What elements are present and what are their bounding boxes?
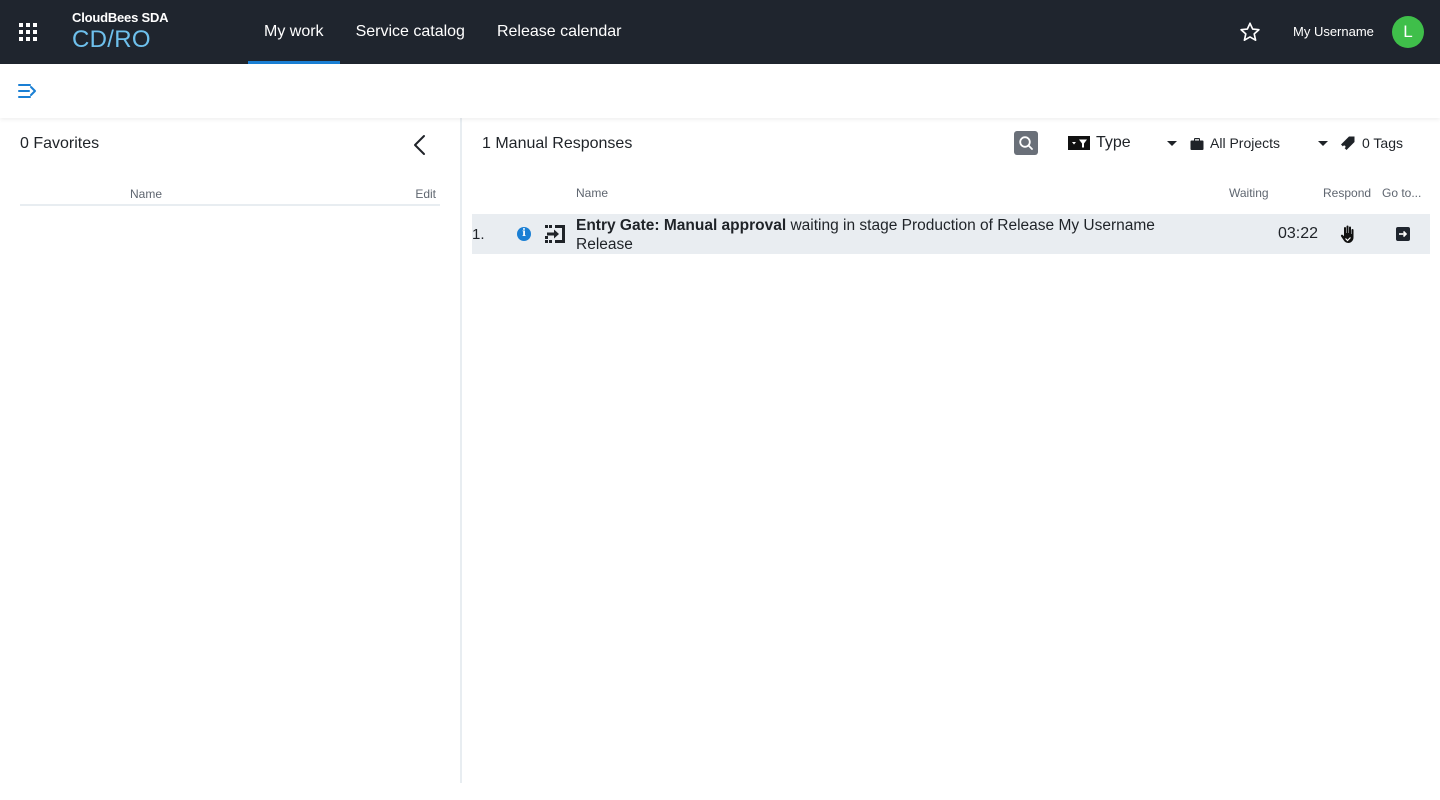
tag-icon [1341,136,1355,150]
hand-respond-icon[interactable] [1338,224,1358,244]
favorites-table-header: Name Edit [20,184,440,206]
brand-company: CloudBees SDA [72,10,169,25]
tags-filter-label: 0 Tags [1362,135,1403,151]
brand-product: CD/RO [72,26,151,53]
tags-filter[interactable]: 0 Tags [1340,132,1403,154]
projects-filter-label: All Projects [1210,135,1281,151]
row-index: 1. [472,226,485,243]
star-icon[interactable] [1239,21,1261,43]
expand-sidebar-icon[interactable] [17,83,37,99]
briefcase-icon [1190,137,1204,150]
type-dropdown-caret-icon[interactable] [1167,141,1177,146]
row-title-link[interactable]: Entry Gate: Manual approval [576,217,786,234]
search-button[interactable] [1014,131,1038,155]
row-title: Entry Gate: Manual approval waiting in s… [576,216,1166,254]
column-waiting[interactable]: Waiting [1229,186,1269,200]
brand-logo[interactable]: CloudBees SDA CD/RO [72,10,169,54]
table-row: 1. i Entry Gate: Manual approval waiting… [472,214,1430,254]
search-icon [1019,136,1033,150]
tab-my-work[interactable]: My work [248,0,340,64]
favorites-column-name[interactable]: Name [130,187,162,201]
chevron-left-icon[interactable] [411,134,429,156]
column-respond: Respond [1323,186,1372,200]
favorites-panel: 0 Favorites Name Edit [0,118,460,783]
tab-service-catalog[interactable]: Service catalog [340,0,481,64]
tab-release-calendar[interactable]: Release calendar [481,0,638,64]
column-name[interactable]: Name [576,186,608,200]
apps-grid-icon[interactable] [19,23,37,41]
manual-responses-table-header: Name Waiting Respond Go to... [472,184,1430,206]
favorites-title: 0 Favorites [20,135,100,152]
top-navigation-bar: CloudBees SDA CD/RO My work Service cata… [0,0,1440,64]
type-filter-icon [1068,136,1090,150]
entry-gate-icon [545,223,567,245]
favorites-column-edit: Edit [415,187,436,201]
type-filter-label: Type [1096,134,1131,151]
sub-toolbar [0,64,1440,118]
column-goto: Go to... [1382,186,1422,200]
row-waiting-time: 03:22 [1278,225,1319,242]
main-nav-tabs: My work Service catalog Release calendar [248,0,637,64]
manual-responses-panel: 1 Manual Responses Type All Projects 0 T… [462,118,1440,783]
projects-filter[interactable]: All Projects [1190,132,1280,154]
goto-arrow-icon[interactable] [1396,227,1410,241]
projects-dropdown-caret-icon[interactable] [1318,141,1328,146]
info-icon[interactable]: i [517,227,531,241]
username-label[interactable]: My Username [1293,24,1374,40]
type-filter[interactable]: Type [1068,132,1131,154]
manual-responses-title: 1 Manual Responses [482,135,633,152]
user-avatar[interactable]: L [1392,16,1424,48]
